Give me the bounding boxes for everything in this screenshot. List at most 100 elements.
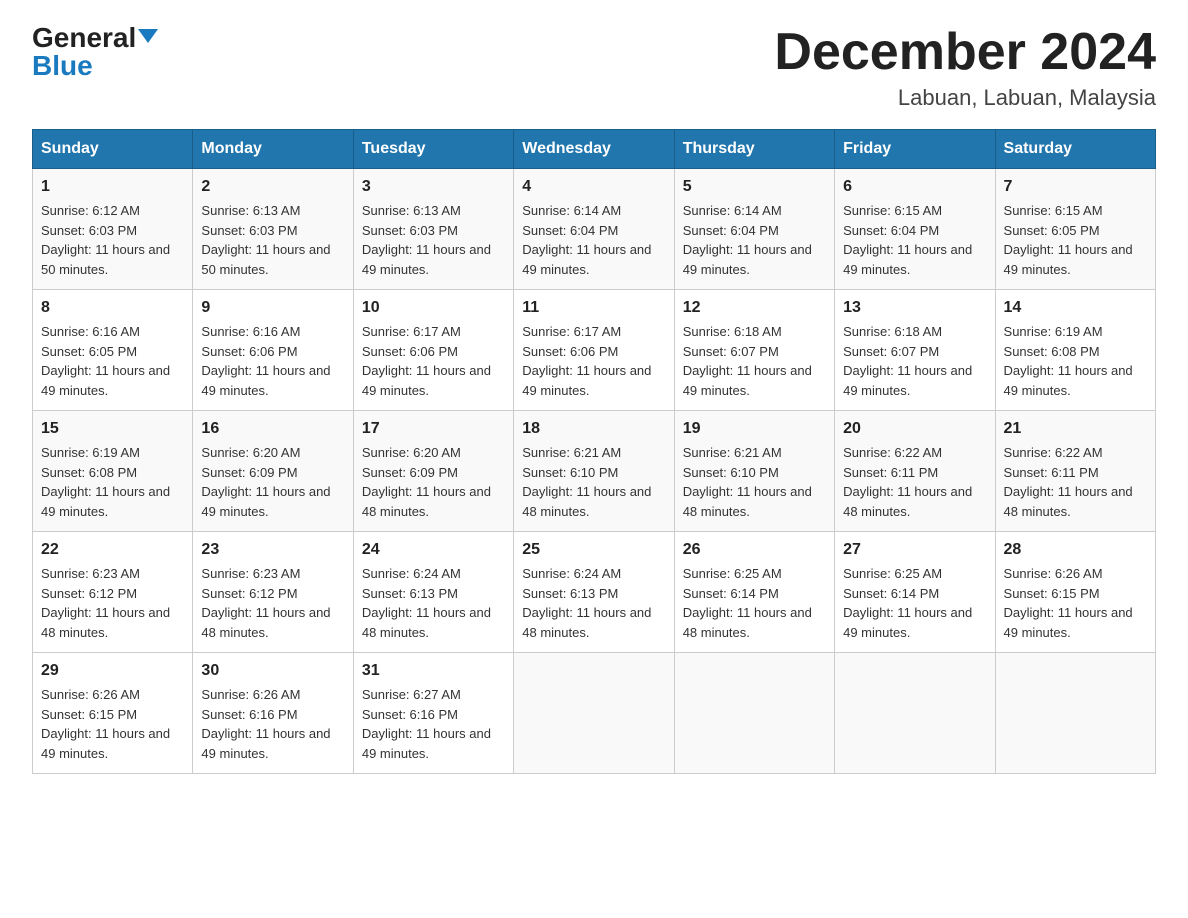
calendar-cell: 19 Sunrise: 6:21 AMSunset: 6:10 PMDaylig… [674, 411, 834, 532]
day-info: Sunrise: 6:26 AMSunset: 6:15 PMDaylight:… [1004, 566, 1133, 640]
header-row: SundayMondayTuesdayWednesdayThursdayFrid… [33, 130, 1156, 169]
calendar-cell: 7 Sunrise: 6:15 AMSunset: 6:05 PMDayligh… [995, 169, 1155, 290]
calendar-cell: 13 Sunrise: 6:18 AMSunset: 6:07 PMDaylig… [835, 290, 995, 411]
calendar-cell [995, 653, 1155, 774]
calendar-cell: 22 Sunrise: 6:23 AMSunset: 6:12 PMDaylig… [33, 532, 193, 653]
column-header-saturday: Saturday [995, 130, 1155, 169]
calendar-cell [835, 653, 995, 774]
day-info: Sunrise: 6:20 AMSunset: 6:09 PMDaylight:… [201, 445, 330, 519]
column-header-thursday: Thursday [674, 130, 834, 169]
calendar-week-row: 29 Sunrise: 6:26 AMSunset: 6:15 PMDaylig… [33, 653, 1156, 774]
column-header-wednesday: Wednesday [514, 130, 674, 169]
day-number: 15 [41, 417, 184, 441]
calendar-body: 1 Sunrise: 6:12 AMSunset: 6:03 PMDayligh… [33, 169, 1156, 774]
day-info: Sunrise: 6:14 AMSunset: 6:04 PMDaylight:… [683, 203, 812, 277]
calendar-cell: 6 Sunrise: 6:15 AMSunset: 6:04 PMDayligh… [835, 169, 995, 290]
column-header-sunday: Sunday [33, 130, 193, 169]
day-info: Sunrise: 6:14 AMSunset: 6:04 PMDaylight:… [522, 203, 651, 277]
day-info: Sunrise: 6:21 AMSunset: 6:10 PMDaylight:… [522, 445, 651, 519]
calendar-cell [674, 653, 834, 774]
day-number: 5 [683, 175, 826, 199]
day-number: 19 [683, 417, 826, 441]
day-info: Sunrise: 6:26 AMSunset: 6:16 PMDaylight:… [201, 687, 330, 761]
day-number: 12 [683, 296, 826, 320]
day-number: 4 [522, 175, 665, 199]
day-number: 29 [41, 659, 184, 683]
day-number: 20 [843, 417, 986, 441]
calendar-cell: 4 Sunrise: 6:14 AMSunset: 6:04 PMDayligh… [514, 169, 674, 290]
calendar-cell: 9 Sunrise: 6:16 AMSunset: 6:06 PMDayligh… [193, 290, 353, 411]
day-info: Sunrise: 6:23 AMSunset: 6:12 PMDaylight:… [201, 566, 330, 640]
day-number: 26 [683, 538, 826, 562]
day-number: 28 [1004, 538, 1147, 562]
month-title: December 2024 [774, 24, 1156, 81]
day-info: Sunrise: 6:16 AMSunset: 6:05 PMDaylight:… [41, 324, 170, 398]
day-info: Sunrise: 6:22 AMSunset: 6:11 PMDaylight:… [1004, 445, 1133, 519]
calendar-cell: 14 Sunrise: 6:19 AMSunset: 6:08 PMDaylig… [995, 290, 1155, 411]
day-info: Sunrise: 6:23 AMSunset: 6:12 PMDaylight:… [41, 566, 170, 640]
calendar-cell: 8 Sunrise: 6:16 AMSunset: 6:05 PMDayligh… [33, 290, 193, 411]
day-number: 7 [1004, 175, 1147, 199]
logo-general-text: General [32, 24, 136, 52]
day-number: 25 [522, 538, 665, 562]
day-info: Sunrise: 6:17 AMSunset: 6:06 PMDaylight:… [522, 324, 651, 398]
day-number: 31 [362, 659, 505, 683]
day-info: Sunrise: 6:18 AMSunset: 6:07 PMDaylight:… [683, 324, 812, 398]
day-info: Sunrise: 6:16 AMSunset: 6:06 PMDaylight:… [201, 324, 330, 398]
day-info: Sunrise: 6:27 AMSunset: 6:16 PMDaylight:… [362, 687, 491, 761]
calendar-cell: 23 Sunrise: 6:23 AMSunset: 6:12 PMDaylig… [193, 532, 353, 653]
day-info: Sunrise: 6:24 AMSunset: 6:13 PMDaylight:… [522, 566, 651, 640]
calendar-table: SundayMondayTuesdayWednesdayThursdayFrid… [32, 129, 1156, 774]
page-header: General Blue December 2024 Labuan, Labua… [32, 24, 1156, 111]
calendar-week-row: 8 Sunrise: 6:16 AMSunset: 6:05 PMDayligh… [33, 290, 1156, 411]
day-number: 1 [41, 175, 184, 199]
day-number: 14 [1004, 296, 1147, 320]
calendar-cell: 26 Sunrise: 6:25 AMSunset: 6:14 PMDaylig… [674, 532, 834, 653]
calendar-cell: 29 Sunrise: 6:26 AMSunset: 6:15 PMDaylig… [33, 653, 193, 774]
day-info: Sunrise: 6:19 AMSunset: 6:08 PMDaylight:… [1004, 324, 1133, 398]
calendar-cell: 17 Sunrise: 6:20 AMSunset: 6:09 PMDaylig… [353, 411, 513, 532]
day-number: 24 [362, 538, 505, 562]
calendar-cell: 10 Sunrise: 6:17 AMSunset: 6:06 PMDaylig… [353, 290, 513, 411]
calendar-cell: 18 Sunrise: 6:21 AMSunset: 6:10 PMDaylig… [514, 411, 674, 532]
calendar-cell: 31 Sunrise: 6:27 AMSunset: 6:16 PMDaylig… [353, 653, 513, 774]
calendar-week-row: 15 Sunrise: 6:19 AMSunset: 6:08 PMDaylig… [33, 411, 1156, 532]
logo: General Blue [32, 24, 158, 80]
calendar-cell: 15 Sunrise: 6:19 AMSunset: 6:08 PMDaylig… [33, 411, 193, 532]
title-block: December 2024 Labuan, Labuan, Malaysia [774, 24, 1156, 111]
day-number: 22 [41, 538, 184, 562]
calendar-cell: 12 Sunrise: 6:18 AMSunset: 6:07 PMDaylig… [674, 290, 834, 411]
column-header-monday: Monday [193, 130, 353, 169]
logo-triangle-icon [138, 29, 158, 43]
day-info: Sunrise: 6:15 AMSunset: 6:05 PMDaylight:… [1004, 203, 1133, 277]
calendar-cell: 16 Sunrise: 6:20 AMSunset: 6:09 PMDaylig… [193, 411, 353, 532]
day-number: 30 [201, 659, 344, 683]
day-info: Sunrise: 6:26 AMSunset: 6:15 PMDaylight:… [41, 687, 170, 761]
day-number: 6 [843, 175, 986, 199]
day-info: Sunrise: 6:20 AMSunset: 6:09 PMDaylight:… [362, 445, 491, 519]
calendar-cell: 30 Sunrise: 6:26 AMSunset: 6:16 PMDaylig… [193, 653, 353, 774]
day-info: Sunrise: 6:17 AMSunset: 6:06 PMDaylight:… [362, 324, 491, 398]
day-number: 11 [522, 296, 665, 320]
calendar-cell: 20 Sunrise: 6:22 AMSunset: 6:11 PMDaylig… [835, 411, 995, 532]
calendar-cell: 2 Sunrise: 6:13 AMSunset: 6:03 PMDayligh… [193, 169, 353, 290]
calendar-cell: 25 Sunrise: 6:24 AMSunset: 6:13 PMDaylig… [514, 532, 674, 653]
day-info: Sunrise: 6:15 AMSunset: 6:04 PMDaylight:… [843, 203, 972, 277]
day-info: Sunrise: 6:25 AMSunset: 6:14 PMDaylight:… [683, 566, 812, 640]
calendar-cell: 27 Sunrise: 6:25 AMSunset: 6:14 PMDaylig… [835, 532, 995, 653]
day-info: Sunrise: 6:13 AMSunset: 6:03 PMDaylight:… [362, 203, 491, 277]
calendar-cell: 5 Sunrise: 6:14 AMSunset: 6:04 PMDayligh… [674, 169, 834, 290]
day-number: 8 [41, 296, 184, 320]
calendar-week-row: 1 Sunrise: 6:12 AMSunset: 6:03 PMDayligh… [33, 169, 1156, 290]
day-number: 2 [201, 175, 344, 199]
column-header-friday: Friday [835, 130, 995, 169]
day-number: 23 [201, 538, 344, 562]
logo-blue-text: Blue [32, 52, 93, 80]
day-number: 9 [201, 296, 344, 320]
day-number: 10 [362, 296, 505, 320]
day-number: 16 [201, 417, 344, 441]
day-info: Sunrise: 6:21 AMSunset: 6:10 PMDaylight:… [683, 445, 812, 519]
day-info: Sunrise: 6:19 AMSunset: 6:08 PMDaylight:… [41, 445, 170, 519]
day-number: 3 [362, 175, 505, 199]
day-number: 18 [522, 417, 665, 441]
